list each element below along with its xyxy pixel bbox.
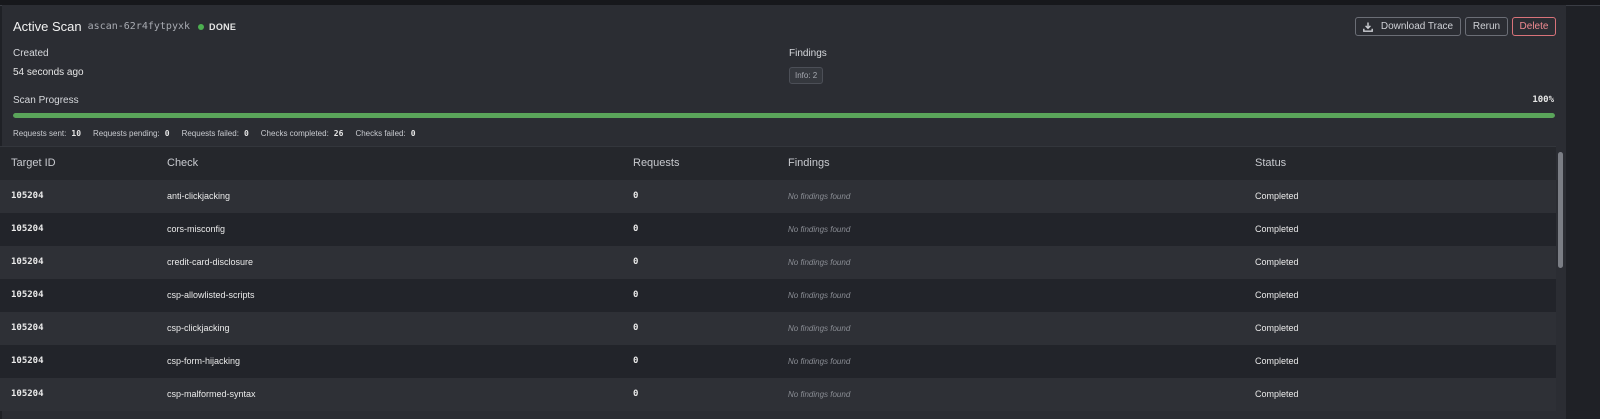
created-label: Created bbox=[13, 48, 49, 59]
column-status[interactable]: Status bbox=[1255, 157, 1286, 169]
column-findings[interactable]: Findings bbox=[788, 157, 830, 169]
requests-cell: 0 bbox=[633, 356, 639, 366]
target-id-cell: 105204 bbox=[11, 389, 44, 399]
table-header: Target ID Check Requests Findings Status bbox=[0, 146, 1556, 180]
stat-value: 0 bbox=[243, 129, 249, 138]
column-requests[interactable]: Requests bbox=[633, 157, 679, 169]
scan-id: ascan-62r4fytpyxk bbox=[87, 21, 191, 32]
table-row[interactable]: 105204 csp-malformed-syntax 0 No findings f… bbox=[0, 378, 1556, 411]
table-row[interactable]: 105204 cors-misconfig 0 No findings found Co… bbox=[0, 213, 1556, 246]
findings-label: Findings bbox=[789, 48, 827, 59]
findings-cell: No findings found bbox=[788, 357, 851, 366]
stat-value: 26 bbox=[333, 129, 344, 138]
scan-header: Active Scan ascan-62r4fytpyxk DONE bbox=[13, 19, 236, 34]
scan-progress-label: Scan Progress bbox=[13, 95, 79, 106]
stat-value: 0 bbox=[164, 129, 170, 138]
stat-label: Checks failed: bbox=[355, 129, 406, 138]
status-badge: DONE bbox=[209, 21, 237, 32]
download-trace-label: Download Trace bbox=[1380, 21, 1454, 32]
delete-button[interactable]: Delete bbox=[1512, 17, 1556, 36]
target-id-cell: 105204 bbox=[11, 323, 44, 333]
table-row[interactable]: 105204 csp-allowlisted-scripts 0 No finding… bbox=[0, 279, 1556, 312]
status-cell: Completed bbox=[1255, 191, 1299, 201]
stat-label: Checks completed: bbox=[260, 129, 329, 138]
progress-fill bbox=[13, 113, 1555, 118]
findings-cell: No findings found bbox=[788, 225, 851, 234]
stat-label: Requests sent: bbox=[13, 129, 67, 138]
checks-table: Target ID Check Requests Findings Status 105… bbox=[0, 146, 1556, 411]
check-cell: csp-form-hijacking bbox=[167, 356, 241, 366]
scrollbar-thumb[interactable] bbox=[1558, 152, 1563, 268]
table-row[interactable]: 105204 csp-clickjacking 0 No findings found… bbox=[0, 312, 1556, 345]
target-id-cell: 105204 bbox=[11, 290, 44, 300]
check-cell: csp-malformed-syntax bbox=[167, 389, 256, 399]
requests-cell: 0 bbox=[633, 191, 639, 201]
column-target-id[interactable]: Target ID bbox=[11, 157, 56, 169]
check-cell: credit-card-disclosure bbox=[167, 257, 254, 267]
rerun-button[interactable]: Rerun bbox=[1465, 17, 1508, 36]
status-cell: Completed bbox=[1255, 290, 1299, 300]
created-value: 54 seconds ago bbox=[13, 67, 84, 78]
table-body: 105204 anti-clickjacking 0 No findings foun… bbox=[0, 180, 1556, 411]
target-id-cell: 105204 bbox=[11, 224, 44, 234]
findings-cell: No findings found bbox=[788, 192, 851, 201]
check-cell: anti-clickjacking bbox=[167, 191, 231, 201]
status-dot bbox=[198, 23, 205, 30]
column-check[interactable]: Check bbox=[167, 157, 198, 169]
findings-cell: No findings found bbox=[788, 258, 851, 267]
stat-value: 0 bbox=[410, 129, 416, 138]
scan-stats: Requests sent: 10 Requests pending: 0 Reques… bbox=[13, 129, 428, 138]
download-icon bbox=[1362, 22, 1373, 32]
stat-value: 10 bbox=[71, 129, 82, 138]
progress-bar bbox=[13, 113, 1555, 118]
requests-cell: 0 bbox=[633, 389, 639, 399]
target-id-cell: 105204 bbox=[11, 356, 44, 366]
findings-cell: No findings found bbox=[788, 291, 851, 300]
findings-cell: No findings found bbox=[788, 390, 851, 399]
target-id-cell: 105204 bbox=[11, 257, 44, 267]
requests-cell: 0 bbox=[633, 224, 639, 234]
requests-cell: 0 bbox=[633, 290, 639, 300]
table-row[interactable]: 105204 anti-clickjacking 0 No findings foun… bbox=[0, 180, 1556, 213]
stat-label: Requests pending: bbox=[93, 129, 160, 138]
progress-percent: 100% bbox=[1532, 95, 1554, 105]
download-trace-button[interactable]: Download Trace bbox=[1355, 17, 1461, 36]
status-cell: Completed bbox=[1255, 323, 1299, 333]
check-cell: csp-allowlisted-scripts bbox=[167, 290, 255, 300]
status-cell: Completed bbox=[1255, 224, 1299, 234]
target-id-cell: 105204 bbox=[11, 191, 44, 201]
stat-label: Requests failed: bbox=[181, 129, 239, 138]
check-cell: cors-misconfig bbox=[167, 224, 226, 234]
findings-cell: No findings found bbox=[788, 324, 851, 333]
table-row[interactable]: 105204 credit-card-disclosure 0 No findings… bbox=[0, 246, 1556, 279]
check-cell: csp-clickjacking bbox=[167, 323, 230, 333]
status-cell: Completed bbox=[1255, 389, 1299, 399]
scan-title: Active Scan bbox=[13, 19, 82, 34]
table-row[interactable]: 105204 csp-form-hijacking 0 No findings fou… bbox=[0, 345, 1556, 378]
status-cell: Completed bbox=[1255, 257, 1299, 267]
status-cell: Completed bbox=[1255, 356, 1299, 366]
delete-label: Delete bbox=[1519, 21, 1549, 32]
rerun-label: Rerun bbox=[1472, 21, 1501, 32]
requests-cell: 0 bbox=[633, 257, 639, 267]
requests-cell: 0 bbox=[633, 323, 639, 333]
findings-info-badge: Info: 2 bbox=[789, 67, 824, 84]
